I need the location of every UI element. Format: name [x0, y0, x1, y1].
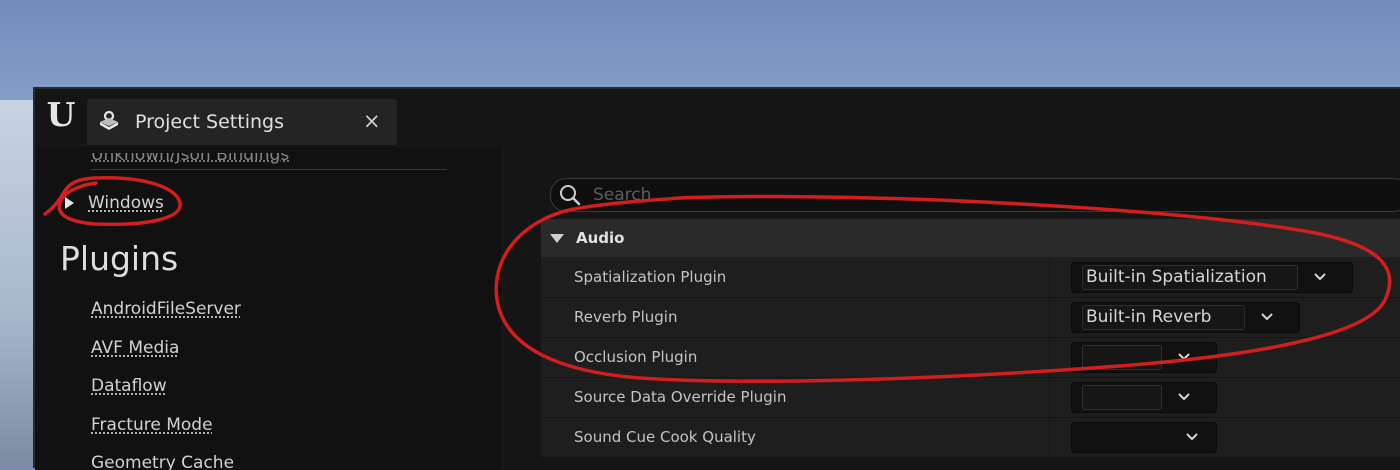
close-icon[interactable]: × [363, 109, 381, 133]
property-label: Source Data Override Plugin [574, 388, 787, 406]
sidebar-item-geometry-cache[interactable]: Geometry Cache [91, 451, 241, 470]
property-row-source-data-override: Source Data Override Plugin [541, 378, 1400, 418]
property-row-spatialization: Spatialization Plugin Built-in Spatializ… [541, 258, 1400, 298]
tab-title: Project Settings [135, 111, 284, 133]
tab-project-settings[interactable]: Project Settings × [87, 99, 397, 145]
plugin-list: AndroidFileServer AVF Media Dataflow Fra… [91, 297, 241, 470]
triangle-down-icon[interactable] [550, 233, 564, 243]
column-splitter[interactable] [1049, 298, 1050, 337]
combo-value-box: Built-in Reverb [1082, 305, 1245, 330]
chevron-down-icon [1178, 393, 1190, 401]
category-label: Audio [576, 229, 625, 247]
triangle-right-icon[interactable] [65, 197, 74, 209]
title-bar: U Project Settings × [35, 89, 1400, 147]
source-data-override-plugin-dropdown[interactable] [1071, 382, 1217, 413]
sidebar-item-label[interactable]: Windows [88, 193, 164, 213]
combo-value: Built-in Reverb [1086, 307, 1212, 327]
sound-cue-cook-quality-dropdown[interactable] [1071, 422, 1217, 453]
occlusion-plugin-dropdown[interactable] [1071, 342, 1217, 373]
sidebar-item-avf-media[interactable]: AVF Media [91, 336, 241, 375]
chevron-down-icon [1186, 433, 1198, 441]
combo-value-box [1082, 345, 1162, 370]
property-label: Reverb Plugin [574, 308, 678, 326]
property-row-reverb: Reverb Plugin Built-in Reverb [541, 298, 1400, 338]
settings-sidebar: Unknown/Json Bindings Windows Plugins An… [35, 147, 502, 470]
property-row-sound-cue-cook-quality: Sound Cue Cook Quality [541, 418, 1400, 458]
details-panel: Audio Spatialization Plugin Built-in Spa… [503, 147, 1400, 470]
reverb-plugin-dropdown[interactable]: Built-in Reverb [1071, 302, 1300, 333]
search-box[interactable] [550, 178, 1400, 212]
project-settings-window: U Project Settings × Unknown/Json Bindin… [33, 87, 1400, 470]
chevron-down-icon [1178, 353, 1190, 361]
column-splitter[interactable] [1049, 378, 1050, 417]
section-title-plugins: Plugins [60, 239, 179, 278]
search-icon [560, 185, 581, 206]
column-splitter[interactable] [1049, 418, 1050, 457]
project-settings-icon [100, 110, 118, 130]
sidebar-item-fracture-mode[interactable]: Fracture Mode [91, 413, 241, 452]
property-row-occlusion: Occlusion Plugin [541, 338, 1400, 378]
property-label: Sound Cue Cook Quality [574, 428, 756, 446]
property-label: Spatialization Plugin [574, 268, 727, 286]
spatialization-plugin-dropdown[interactable]: Built-in Spatialization [1071, 262, 1353, 293]
property-grid: Audio Spatialization Plugin Built-in Spa… [541, 219, 1400, 458]
sidebar-item-dataflow[interactable]: Dataflow [91, 374, 241, 413]
chevron-down-icon [1314, 273, 1326, 281]
sidebar-item-cut[interactable]: Unknown/Json Bindings [91, 153, 289, 165]
unreal-logo-icon: U [46, 95, 76, 134]
column-splitter[interactable] [1049, 338, 1050, 377]
chevron-down-icon [1261, 313, 1273, 321]
combo-value: Built-in Spatialization [1086, 267, 1267, 287]
sidebar-item-androidfileserver[interactable]: AndroidFileServer [91, 297, 241, 336]
column-splitter[interactable] [1049, 258, 1050, 297]
combo-value-box [1082, 385, 1162, 410]
category-audio[interactable]: Audio [541, 219, 1400, 258]
property-label: Occlusion Plugin [574, 348, 698, 366]
sidebar-item-windows[interactable]: Windows [65, 191, 164, 215]
combo-value-box: Built-in Spatialization [1082, 265, 1298, 290]
sidebar-scroll-edge [91, 169, 447, 170]
search-input[interactable] [591, 181, 1195, 209]
